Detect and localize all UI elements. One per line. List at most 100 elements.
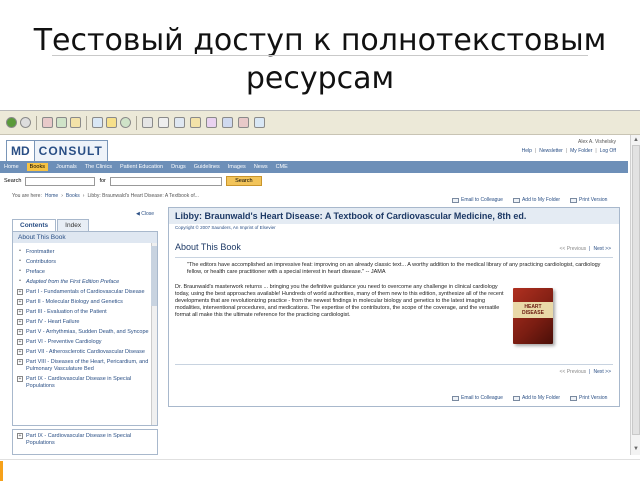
list-item-label: Part VIII - Diseases of the Heart, Peric…	[26, 359, 149, 372]
nav-home[interactable]: Home	[4, 164, 19, 170]
list-item[interactable]: + Part IX - Cardiovascular Disease in Spe…	[17, 376, 153, 390]
history-icon[interactable]	[120, 117, 131, 128]
nav-images[interactable]: Images	[228, 164, 246, 170]
tab-index[interactable]: Index	[57, 219, 90, 231]
nav-books[interactable]: Books	[26, 163, 48, 171]
list-item[interactable]: + Part IV - Heart Failure	[17, 319, 153, 326]
bullet-icon: •	[19, 268, 21, 274]
nav-patient-education[interactable]: Patient Education	[120, 164, 163, 170]
link-separator: |	[595, 148, 597, 154]
sidebar-heading[interactable]: About This Book	[13, 232, 157, 243]
list-item[interactable]: + Part V - Arrhythmias, Sudden Death, and…	[17, 329, 153, 336]
tools-icon[interactable]	[254, 117, 265, 128]
nav-guidelines[interactable]: Guidelines	[194, 164, 220, 170]
list-item[interactable]: + Part VIII - Diseases of the Heart, Peri…	[17, 359, 153, 373]
user-name: Alex A. Vishelsky	[578, 139, 616, 145]
list-item[interactable]: + Part I - Fundamentals of Cardiovascular…	[17, 289, 153, 296]
forward-icon[interactable]	[20, 117, 31, 128]
page-scroll-thumb[interactable]	[632, 145, 640, 435]
email-colleague-link[interactable]: Email to Colleague	[452, 395, 503, 401]
expand-icon[interactable]: +	[17, 339, 23, 345]
expand-icon[interactable]: +	[17, 359, 23, 365]
next-link[interactable]: Next >>	[593, 369, 611, 375]
email-colleague-link[interactable]: Email to Colleague	[452, 197, 503, 203]
expand-icon[interactable]: +	[17, 289, 23, 295]
for-label: for	[99, 178, 106, 184]
add-folder-link[interactable]: Add to My Folder	[512, 395, 561, 401]
mdconsult-logo[interactable]: MD CONSULT	[6, 140, 108, 162]
previous-link[interactable]: << Previous	[559, 369, 586, 375]
scroll-up-icon[interactable]: ▲	[632, 136, 640, 144]
search-bar: Search for Search	[0, 174, 628, 188]
previous-link[interactable]: << Previous	[559, 246, 586, 252]
email-icon	[452, 395, 459, 401]
nav-drugs[interactable]: Drugs	[171, 164, 186, 170]
messenger-icon[interactable]	[206, 117, 217, 128]
list-item[interactable]: + Part III - Evaluation of the Patient	[17, 309, 153, 316]
list-item[interactable]: • Contributors	[17, 259, 153, 266]
bluetooth-icon[interactable]	[222, 117, 233, 128]
newsletter-link[interactable]: Newsletter	[539, 148, 563, 154]
help-link[interactable]: Help	[522, 148, 532, 154]
refresh-icon[interactable]	[56, 117, 67, 128]
breadcrumb-books[interactable]: Books	[66, 193, 80, 199]
title-divider	[52, 55, 588, 56]
mail-icon[interactable]	[142, 117, 153, 128]
list-item[interactable]: • Frontmatter	[17, 249, 153, 256]
search-input[interactable]	[109, 176, 222, 186]
search-button[interactable]: Search	[225, 176, 262, 186]
page-scrollbar[interactable]: ▲ ▼	[630, 135, 640, 455]
print-version-link[interactable]: Print Version	[570, 197, 607, 203]
logo-md: MD	[7, 141, 35, 161]
list-item[interactable]: • Preface	[17, 269, 153, 276]
search-icon[interactable]	[92, 117, 103, 128]
sidebar-scroll-thumb[interactable]	[151, 246, 157, 306]
stop-icon[interactable]	[42, 117, 53, 128]
expand-icon[interactable]: +	[17, 309, 23, 315]
my-folder-link[interactable]: My Folder	[570, 148, 592, 154]
pager-top: << Previous | Next >>	[559, 246, 611, 252]
nav-journals[interactable]: Journals	[56, 164, 77, 170]
print-version-link[interactable]: Print Version	[570, 395, 607, 401]
tab-contents[interactable]: Contents	[12, 219, 57, 231]
log-off-link[interactable]: Log Off	[600, 148, 616, 154]
list-item[interactable]: + Part IX - Cardiovascular Disease in Sp…	[17, 433, 153, 447]
expand-icon[interactable]: +	[17, 349, 23, 355]
research-icon[interactable]	[238, 117, 249, 128]
browser-status-bar	[0, 459, 640, 481]
list-item-label: Contributors	[26, 259, 56, 265]
scroll-down-icon[interactable]: ▼	[632, 445, 640, 453]
back-icon[interactable]	[6, 117, 17, 128]
section-heading: About This Book	[175, 242, 241, 252]
list-item[interactable]: • Adapted from the First Edition Preface	[17, 279, 153, 286]
bullet-icon: •	[19, 258, 21, 264]
expand-icon[interactable]: +	[17, 319, 23, 325]
folder-icon[interactable]	[190, 117, 201, 128]
sidebar-tabs: Contents Index	[12, 219, 90, 231]
sidebar-close-button[interactable]: ◀ Close	[136, 211, 154, 217]
nav-the-clinics[interactable]: The Clinics	[85, 164, 112, 170]
list-item-label: Part V - Arrhythmias, Sudden Death, and …	[26, 329, 149, 335]
expand-icon[interactable]: +	[17, 433, 23, 439]
list-item[interactable]: + Part VI - Preventive Cardiology	[17, 339, 153, 346]
search-label: Search	[4, 178, 22, 184]
next-link[interactable]: Next >>	[593, 246, 611, 252]
copyright-link[interactable]: Copyright © 2007 Saunders, An Imprint of…	[169, 224, 619, 231]
nav-cme[interactable]: CME	[276, 164, 288, 170]
print-icon[interactable]	[158, 117, 169, 128]
folder-icon	[512, 197, 520, 203]
expand-icon[interactable]: +	[17, 376, 23, 382]
list-item[interactable]: + Part VII - Atherosclerotic Cardiovascul…	[17, 349, 153, 356]
edit-icon[interactable]	[174, 117, 185, 128]
add-folder-label: Add to My Folder	[521, 395, 561, 401]
add-folder-link[interactable]: Add to My Folder	[512, 197, 560, 203]
nav-news[interactable]: News	[254, 164, 268, 170]
list-item[interactable]: + Part II - Molecular Biology and Genetic…	[17, 299, 153, 306]
breadcrumb-home[interactable]: Home	[45, 193, 58, 199]
home-icon[interactable]	[70, 117, 81, 128]
favorites-icon[interactable]	[106, 117, 117, 128]
expand-icon[interactable]: +	[17, 329, 23, 335]
expand-icon[interactable]: +	[17, 299, 23, 305]
book-cover-image: HEART DISEASE	[513, 288, 553, 344]
search-scope-select[interactable]	[25, 176, 96, 186]
